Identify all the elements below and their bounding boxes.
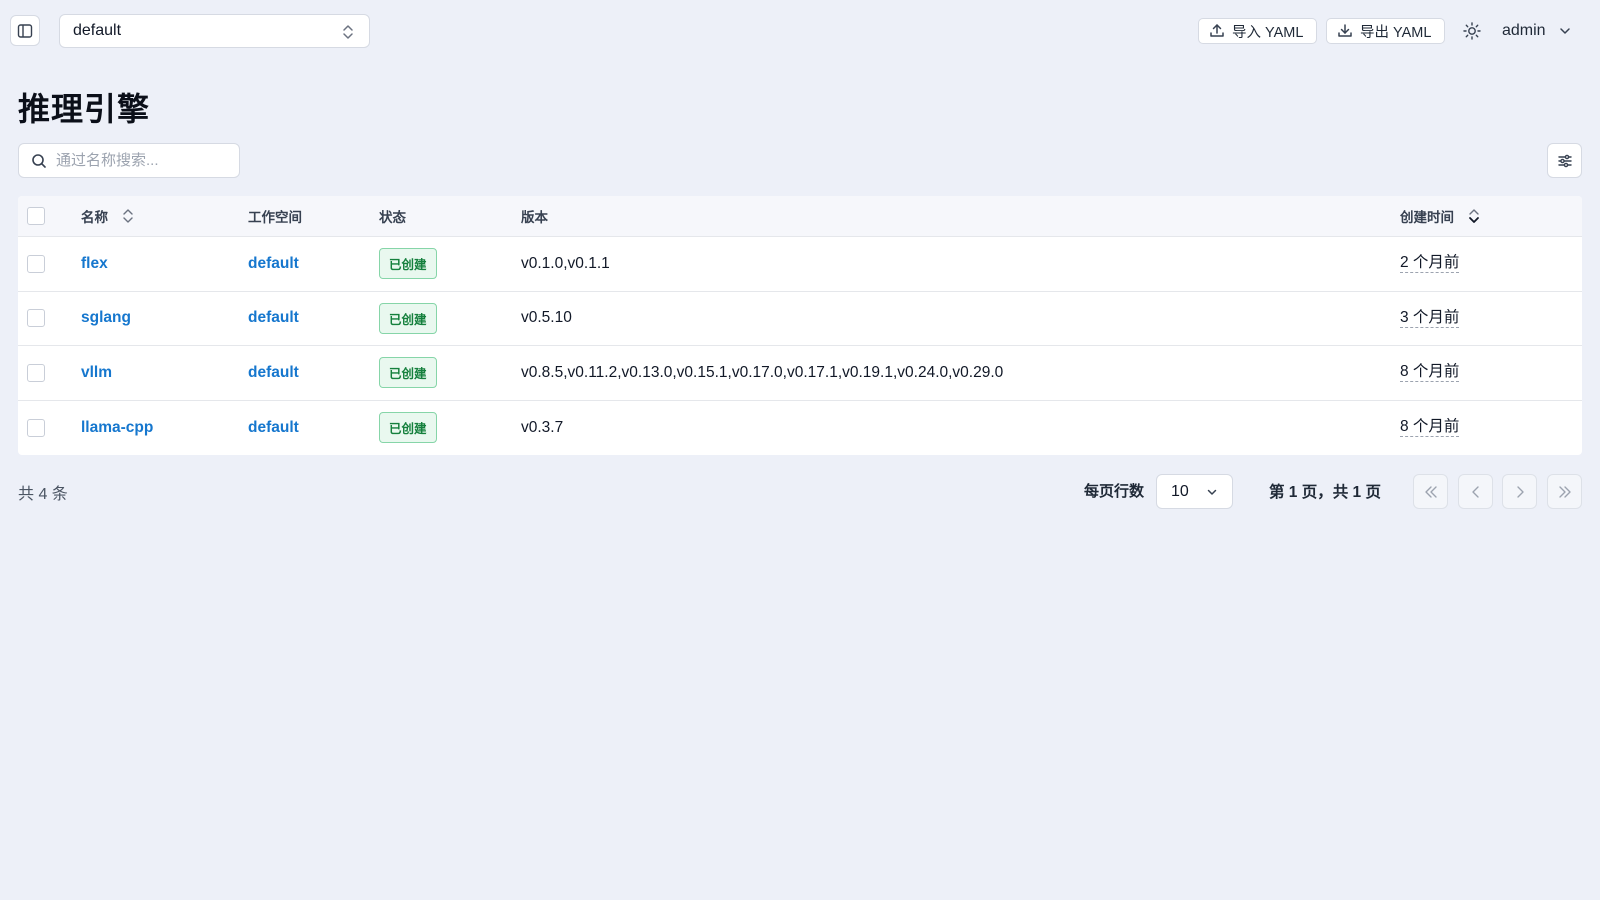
workspace-select-value: default <box>73 22 122 39</box>
top-bar: default 导入 YAML 导出 YAML admin <box>0 0 1600 62</box>
first-page-button[interactable] <box>1413 474 1448 509</box>
table-row[interactable]: vllm default 已创建 v0.8.5,v0.11.2,v0.13.0,… <box>18 346 1582 401</box>
chevrons-left-icon <box>1424 485 1437 498</box>
status-badge: 已创建 <box>379 357 437 389</box>
version-text: v0.3.7 <box>521 418 564 436</box>
header-workspace: 工作空间 <box>248 210 302 225</box>
export-yaml-button[interactable]: 导出 YAML <box>1326 18 1445 44</box>
row-checkbox[interactable] <box>27 254 45 273</box>
table-row[interactable]: sglang default 已创建 v0.5.10 3 个月前 <box>18 292 1582 346</box>
version-text: v0.5.10 <box>521 309 572 327</box>
export-yaml-label: 导出 YAML <box>1360 24 1432 41</box>
status-badge: 已创建 <box>379 248 437 280</box>
page-size-value: 10 <box>1171 482 1189 500</box>
engine-name-link[interactable]: sglang <box>81 309 131 327</box>
row-checkbox[interactable] <box>27 309 45 328</box>
workspace-link[interactable]: default <box>248 255 299 273</box>
row-checkbox[interactable] <box>27 363 45 382</box>
sort-desc-icon <box>1468 207 1480 225</box>
workspace-select[interactable]: default <box>59 14 370 48</box>
header-created-label: 创建时间 <box>1400 210 1454 225</box>
last-page-button[interactable] <box>1547 474 1582 509</box>
created-time: 8 个月前 <box>1400 418 1460 438</box>
header-status: 状态 <box>379 210 406 225</box>
sun-icon <box>1463 22 1481 40</box>
version-text: v0.8.5,v0.11.2,v0.13.0,v0.15.1,v0.17.0,v… <box>521 363 1004 381</box>
chevron-right-icon <box>1516 485 1524 498</box>
created-time: 2 个月前 <box>1400 254 1460 274</box>
engines-table: 名称 工作空间 状态 版本 创建时间 flex default 已创建 v0.1… <box>18 196 1582 455</box>
import-yaml-label: 导入 YAML <box>1232 24 1304 41</box>
header-created[interactable]: 创建时间 <box>1400 196 1480 236</box>
previous-page-button[interactable] <box>1458 474 1493 509</box>
engine-name-link[interactable]: llama-cpp <box>81 419 153 437</box>
chevron-left-icon <box>1471 485 1479 498</box>
table-header: 名称 工作空间 状态 版本 创建时间 <box>18 196 1582 237</box>
chevron-down-icon <box>1559 28 1570 34</box>
engine-name-link[interactable]: vllm <box>81 364 112 382</box>
chevrons-right-icon <box>1558 485 1571 498</box>
status-badge: 已创建 <box>379 302 437 334</box>
header-version: 版本 <box>521 210 548 225</box>
column-settings-button[interactable] <box>1547 143 1582 178</box>
sidebar-toggle-icon <box>17 23 33 38</box>
select-all-cell <box>27 196 45 236</box>
engine-name-link[interactable]: flex <box>81 255 108 273</box>
search-box[interactable] <box>18 143 240 178</box>
page-info: 第 1 页，共 1 页 <box>1269 484 1381 501</box>
user-name: admin <box>1502 22 1546 39</box>
import-yaml-button[interactable]: 导入 YAML <box>1198 18 1317 44</box>
upload-icon <box>1210 24 1224 37</box>
next-page-button[interactable] <box>1502 474 1537 509</box>
sort-icon <box>122 207 134 225</box>
search-input[interactable] <box>56 152 226 169</box>
page-title: 推理引擎 <box>18 91 151 127</box>
workspace-link[interactable]: default <box>248 364 299 382</box>
chevron-up-down-icon <box>343 25 353 39</box>
header-name[interactable]: 名称 <box>81 196 134 236</box>
version-text: v0.1.0,v0.1.1 <box>521 254 610 272</box>
user-menu[interactable]: admin <box>1502 18 1572 44</box>
table-row[interactable]: flex default 已创建 v0.1.0,v0.1.1 2 个月前 <box>18 237 1582 292</box>
theme-toggle-button[interactable] <box>1460 19 1484 43</box>
download-icon <box>1338 24 1352 37</box>
sliders-icon <box>1557 154 1572 167</box>
row-checkbox[interactable] <box>27 418 45 437</box>
workspace-link[interactable]: default <box>248 309 299 327</box>
rows-per-page-label: 每页行数 <box>1084 483 1145 500</box>
chevron-down-icon <box>1207 489 1217 495</box>
created-time: 3 个月前 <box>1400 308 1460 328</box>
sidebar-toggle-button[interactable] <box>10 15 40 46</box>
search-icon <box>32 153 46 168</box>
header-name-label: 名称 <box>81 210 108 225</box>
page-size-select[interactable]: 10 <box>1156 474 1233 509</box>
status-badge: 已创建 <box>379 412 437 444</box>
total-count: 共 4 条 <box>18 486 68 503</box>
select-all-checkbox[interactable] <box>27 207 45 225</box>
workspace-link[interactable]: default <box>248 419 299 437</box>
table-row[interactable]: llama-cpp default 已创建 v0.3.7 8 个月前 <box>18 401 1582 456</box>
created-time: 8 个月前 <box>1400 363 1460 383</box>
